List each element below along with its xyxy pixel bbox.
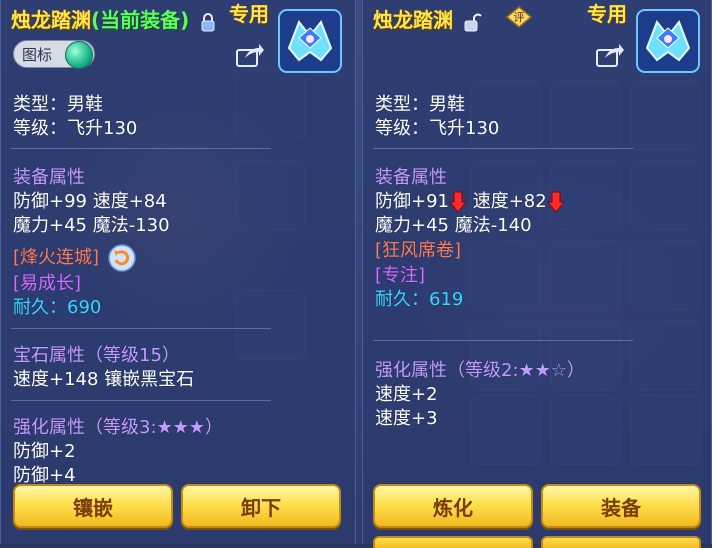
lock-icon[interactable] bbox=[200, 12, 216, 32]
special-effect: [易成长] bbox=[13, 273, 82, 294]
equipment-attr-header: 装备属性 bbox=[13, 167, 85, 188]
toggle-knob bbox=[65, 41, 93, 69]
rate-icon[interactable]: 评 bbox=[506, 6, 532, 28]
item-level: 等级：飞升130 bbox=[375, 118, 500, 139]
decrease-arrow-icon bbox=[449, 191, 467, 213]
enhance-attr-header: 强化属性（等级2:★★☆） bbox=[375, 360, 585, 381]
durability: 耐久：619 bbox=[375, 289, 464, 310]
item-title: 烛龙踏渊(当前装备) bbox=[11, 4, 216, 33]
unlock-icon[interactable] bbox=[464, 12, 482, 32]
refine-button[interactable]: 炼化 bbox=[373, 484, 533, 528]
divider bbox=[373, 148, 633, 149]
exclusive-tag: 专用 bbox=[229, 2, 269, 26]
enhance-line: 防御+2 bbox=[13, 441, 76, 462]
svg-text:评: 评 bbox=[514, 11, 525, 24]
item-title: 烛龙踏渊 bbox=[373, 4, 482, 33]
icon-toggle[interactable]: 图标 bbox=[13, 40, 95, 69]
item-boots-icon bbox=[636, 9, 700, 73]
equip-button[interactable]: 装备 bbox=[541, 484, 701, 528]
compared-item-tooltip: 烛龙踏渊 评 专用 类型：男鞋 等级：飞升130 装备属性 防御+91 速度+8… bbox=[362, 0, 712, 548]
icon-toggle-label: 图标 bbox=[22, 46, 53, 64]
refresh-icon[interactable] bbox=[107, 243, 137, 273]
equipped-item-tooltip: 烛龙踏渊(当前装备) 专用 图标 类型：男鞋 等级：飞升130 装备属性 防御+… bbox=[0, 0, 356, 544]
unequip-button[interactable]: 卸下 bbox=[181, 484, 341, 528]
divider bbox=[11, 148, 271, 149]
attr-line: 魔力+45 魔法-140 bbox=[375, 215, 532, 236]
gem-attr-line: 速度+148 镶嵌黑宝石 bbox=[13, 369, 195, 390]
attr-line: 防御+91 速度+82 bbox=[375, 187, 565, 213]
durability: 耐久：690 bbox=[13, 297, 102, 318]
exclusive-tag: 专用 bbox=[587, 2, 627, 26]
share-icon[interactable] bbox=[595, 42, 625, 68]
hidden-button-edge bbox=[541, 536, 701, 548]
gem-attr-header: 宝石属性（等级15） bbox=[13, 345, 180, 366]
inlay-button[interactable]: 镶嵌 bbox=[13, 484, 173, 528]
decrease-arrow-icon bbox=[546, 191, 565, 213]
attr-line: 魔力+45 魔法-130 bbox=[13, 215, 170, 236]
item-level: 等级：飞升130 bbox=[13, 118, 138, 139]
divider bbox=[11, 400, 271, 401]
item-type: 类型：男鞋 bbox=[375, 94, 465, 115]
hidden-button-edge bbox=[373, 536, 533, 548]
item-boots-icon bbox=[278, 9, 342, 73]
share-icon[interactable] bbox=[235, 42, 265, 68]
enhance-line: 速度+3 bbox=[375, 408, 438, 429]
attr-line: 防御+99 速度+84 bbox=[13, 191, 167, 212]
equipped-tag: (当前装备) bbox=[91, 8, 190, 32]
item-type: 类型：男鞋 bbox=[13, 94, 103, 115]
special-effect: [专注] bbox=[375, 265, 426, 286]
special-skill: [狂风席卷] bbox=[375, 240, 462, 261]
enhance-line: 速度+2 bbox=[375, 384, 438, 405]
enhance-attr-header: 强化属性（等级3:★★★） bbox=[13, 417, 223, 438]
divider bbox=[11, 328, 271, 329]
divider bbox=[373, 340, 633, 341]
equipment-attr-header: 装备属性 bbox=[375, 167, 447, 188]
